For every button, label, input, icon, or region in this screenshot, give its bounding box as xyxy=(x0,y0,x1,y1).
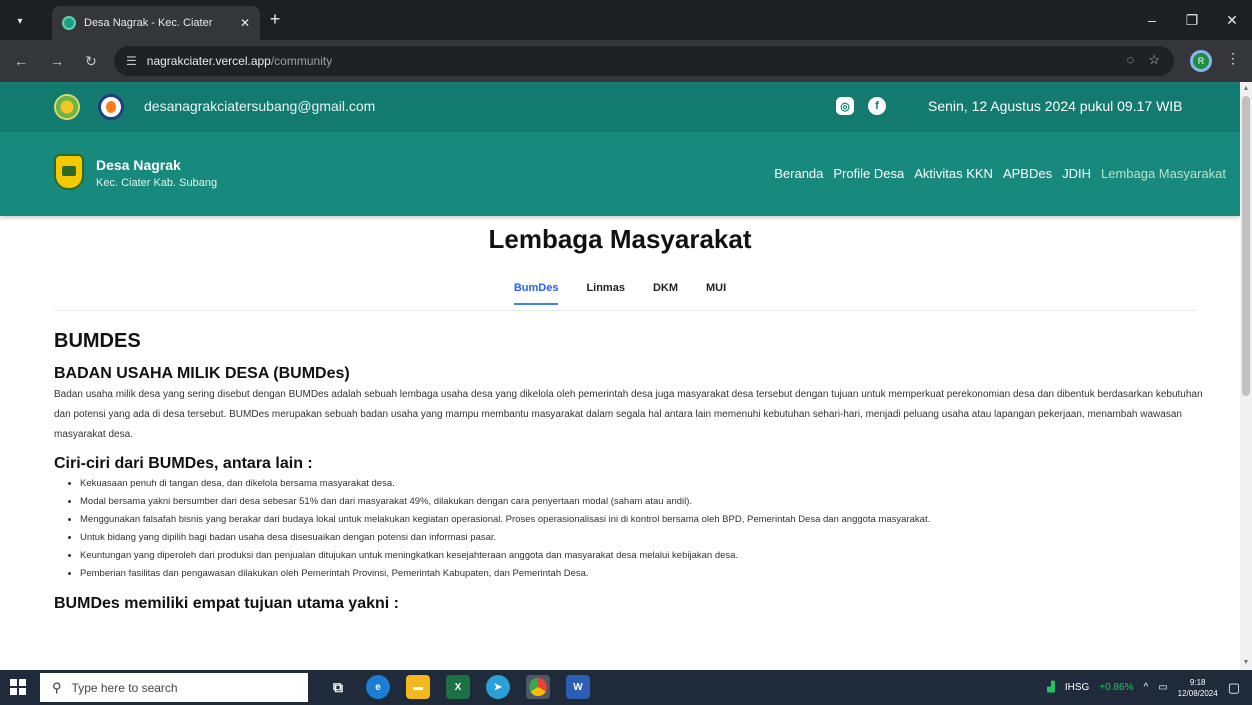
back-arrow-icon[interactable]: ← xyxy=(10,50,32,72)
web-page: desanagrakciatersubang@gmail.com ◎ f Sen… xyxy=(0,82,1240,670)
browser-menu-icon[interactable]: ⋮ xyxy=(1226,50,1240,67)
tab-bumdes[interactable]: BumDes xyxy=(513,282,559,305)
tab-divider xyxy=(54,310,1196,311)
nav-beranda[interactable]: Beranda xyxy=(774,166,823,181)
nav-apbdes[interactable]: APBDes xyxy=(1003,166,1052,181)
bookmark-star-icon[interactable]: ☆ xyxy=(1148,52,1160,68)
page-scrollbar[interactable]: ▲ ▼ xyxy=(1240,82,1252,670)
nav-aktivitas-kkn[interactable]: Aktivitas KKN xyxy=(914,166,993,181)
bumdes-definition-heading: BADAN USAHA MILIK DESA (BUMDes) xyxy=(54,365,350,382)
social-links: ◎ f xyxy=(836,97,886,115)
stock-chart-icon[interactable]: ▟ xyxy=(1047,682,1055,693)
forward-arrow-icon[interactable]: → xyxy=(46,50,68,72)
system-tray: ▟ IHSG +0.86% ^ ▭ 9:18 12/08/2024 ▢ xyxy=(1047,670,1252,705)
list-item: Untuk bidang yang dipilih bagi badan usa… xyxy=(80,529,1204,547)
minimize-icon[interactable]: – xyxy=(1132,0,1172,40)
excel-icon[interactable]: X xyxy=(446,675,470,699)
nav-profile-desa[interactable]: Profile Desa xyxy=(833,166,904,181)
window-controls: – ❐ ✕ xyxy=(1132,0,1252,40)
tab-close-icon[interactable]: ✕ xyxy=(240,16,250,30)
browser-tab-strip: ▾ Desa Nagrak - Kec. Ciater ✕ + – ❐ ✕ xyxy=(0,0,1252,40)
facebook-icon[interactable]: f xyxy=(868,97,886,115)
url-host: nagrakciater.vercel.app xyxy=(146,54,271,68)
list-item: Keuntungan yang diperoleh dari produksi … xyxy=(80,547,1204,565)
kabupaten-logo xyxy=(54,94,80,120)
tab-dkm[interactable]: DKM xyxy=(653,282,678,305)
scroll-up-icon[interactable]: ▲ xyxy=(1242,84,1250,94)
chrome-icon[interactable] xyxy=(526,675,550,699)
ihsg-label[interactable]: IHSG xyxy=(1065,682,1089,693)
partner-logo xyxy=(98,94,124,120)
reload-icon[interactable]: ↻ xyxy=(80,50,102,72)
file-explorer-icon[interactable]: ▬ xyxy=(406,675,430,699)
list-item: Modal bersama yakni bersumber dari desa … xyxy=(80,493,1204,511)
instagram-icon[interactable]: ◎ xyxy=(836,97,854,115)
battery-icon[interactable]: ▭ xyxy=(1158,682,1167,693)
browser-tab[interactable]: Desa Nagrak - Kec. Ciater ✕ xyxy=(52,6,260,40)
bumdes-characteristics-list: Kekuasaan penuh di tangan desa, dan dike… xyxy=(54,475,1204,583)
edge-icon[interactable]: e xyxy=(366,675,390,699)
ihsg-value: +0.86% xyxy=(1099,682,1134,693)
profile-avatar[interactable]: R xyxy=(1190,50,1212,72)
list-item: Kekuasaan penuh di tangan desa, dan dike… xyxy=(80,475,1204,493)
brand-title[interactable]: Desa Nagrak xyxy=(96,157,181,173)
bumdes-characteristics-heading: Ciri-ciri dari BUMDes, antara lain : xyxy=(54,455,313,472)
section-heading: BUMDES xyxy=(54,330,141,352)
taskbar-search[interactable]: ⚲ Type here to search xyxy=(40,673,308,702)
village-emblem[interactable] xyxy=(54,154,84,190)
address-bar[interactable]: ☰ nagrakciater.vercel.app /community ◌ ☆ xyxy=(114,46,1174,76)
notification-icon[interactable]: ▢ xyxy=(1228,680,1240,696)
taskbar-search-placeholder: Type here to search xyxy=(71,680,178,695)
main-navbar: Desa Nagrak Kec. Ciater Kab. Subang Bera… xyxy=(0,132,1240,216)
list-item: Pemberian fasilitas dan pengawasan dilak… xyxy=(80,565,1204,583)
tab-title: Desa Nagrak - Kec. Ciater xyxy=(84,17,213,29)
page-title: Lembaga Masyarakat xyxy=(488,224,752,254)
tab-mui[interactable]: MUI xyxy=(706,282,726,305)
new-tab-plus-icon[interactable]: + xyxy=(264,8,286,30)
task-view-icon[interactable]: ⧉ xyxy=(326,675,350,699)
windows-start-icon[interactable] xyxy=(10,679,26,695)
telegram-icon[interactable]: ➤ xyxy=(486,675,510,699)
institution-tabs: BumDes Linmas DKM MUI xyxy=(0,282,1240,305)
bumdes-goals-heading: BUMDes memiliki empat tujuan utama yakni… xyxy=(54,595,399,612)
restore-icon[interactable]: ❐ xyxy=(1172,0,1212,40)
url-path: /community xyxy=(270,54,333,68)
clock-date: 12/08/2024 xyxy=(1177,688,1218,698)
tray-chevron-up-icon[interactable]: ^ xyxy=(1144,682,1149,693)
eye-off-icon[interactable]: ◌ xyxy=(1127,52,1135,68)
contact-email[interactable]: desanagrakciatersubang@gmail.com xyxy=(144,98,375,114)
search-icon: ⚲ xyxy=(52,679,62,695)
list-item: Menggunakan falsafah bisnis yang berakar… xyxy=(80,511,1204,529)
tab-search-icon[interactable]: ▾ xyxy=(8,9,32,33)
word-icon[interactable]: W xyxy=(566,675,590,699)
nav-lembaga-masyarakat[interactable]: Lembaga Masyarakat xyxy=(1101,166,1226,181)
site-favicon-icon xyxy=(62,16,76,30)
current-date: Senin, 12 Agustus 2024 pukul 09.17 WIB xyxy=(928,98,1183,114)
clock-time: 9:18 xyxy=(1189,677,1206,687)
windows-taskbar: ⚲ Type here to search ⧉ e ▬ X ➤ W ▟ IHSG… xyxy=(0,670,1252,705)
contact-topbar: desanagrakciatersubang@gmail.com ◎ f Sen… xyxy=(0,82,1240,132)
site-settings-icon[interactable]: ☰ xyxy=(126,54,137,68)
taskbar-apps: ⧉ e ▬ X ➤ W xyxy=(326,675,590,699)
browser-toolbar: ← → ↻ ☰ nagrakciater.vercel.app /communi… xyxy=(0,40,1252,82)
taskbar-clock[interactable]: 9:18 12/08/2024 xyxy=(1178,677,1218,699)
tab-linmas[interactable]: Linmas xyxy=(586,282,625,305)
bumdes-content: BUMDES BADAN USAHA MILIK DESA (BUMDes) B… xyxy=(54,330,1204,615)
scroll-down-icon[interactable]: ▼ xyxy=(1242,658,1250,668)
bumdes-definition-text: Badan usaha milik desa yang sering diseb… xyxy=(54,389,1203,440)
scroll-thumb[interactable] xyxy=(1242,96,1250,396)
nav-jdih[interactable]: JDIH xyxy=(1062,166,1091,181)
brand-subtitle: Kec. Ciater Kab. Subang xyxy=(96,177,218,189)
nav-menu: Beranda Profile Desa Aktivitas KKN APBDe… xyxy=(774,166,1226,181)
close-window-icon[interactable]: ✕ xyxy=(1212,0,1252,40)
